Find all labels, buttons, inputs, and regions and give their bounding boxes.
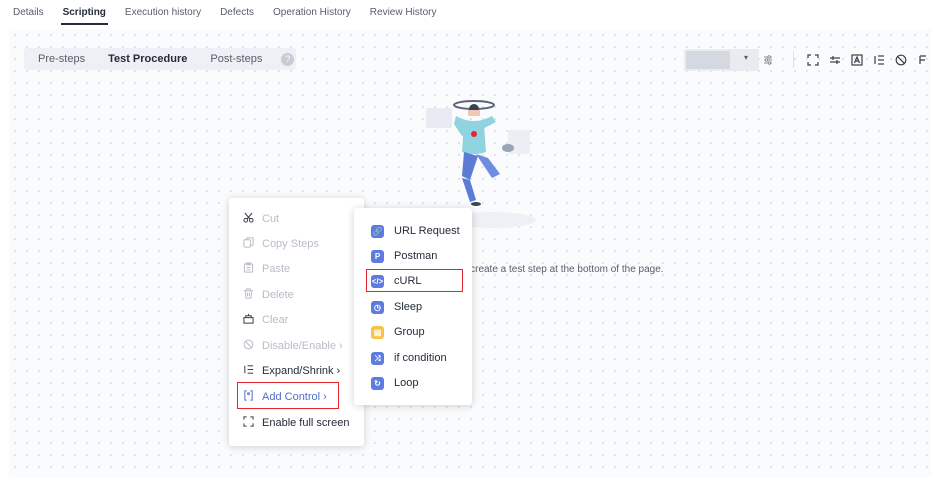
menu-item-expand-shrink[interactable]: Expand/Shrink › [229, 360, 364, 382]
paste-icon [241, 262, 255, 276]
submenu-label-sleep: Sleep [394, 301, 423, 313]
menu-label-clear: Clear [262, 314, 289, 326]
loop-icon: ↻ [371, 376, 384, 390]
curl-highlight [366, 269, 463, 292]
fullscreen-icon [241, 416, 255, 430]
cut-icon [241, 212, 255, 226]
menu-label-copy-steps: Copy Steps [262, 238, 319, 250]
top-tab-bar: Details Scripting Execution history Defe… [0, 0, 931, 26]
indent-icon[interactable] [870, 49, 888, 71]
chevron-right-icon: › [339, 340, 343, 352]
submenu-label-if-condition: if condition [394, 352, 447, 364]
tab-execution-history[interactable]: Execution history [125, 0, 201, 26]
chevron-down-icon: ▾ [743, 53, 748, 62]
more-icon[interactable] [914, 49, 931, 71]
add-control-submenu: 🔗 URL Request P Postman </> cURL ◷ Sleep… [354, 208, 472, 405]
postman-icon: P [371, 249, 384, 263]
help-icon[interactable]: ? [281, 52, 295, 66]
tab-operation-history[interactable]: Operation History [273, 0, 351, 26]
menu-label-delete: Delete [262, 289, 294, 301]
trash-icon [241, 288, 255, 302]
submenu-item-sleep[interactable]: ◷ Sleep [354, 296, 472, 318]
submenu-item-url-request[interactable]: 🔗 URL Request [354, 220, 472, 242]
tab-scripting[interactable]: Scripting [60, 0, 109, 26]
menu-item-paste[interactable]: Paste [229, 258, 364, 280]
menu-item-copy-steps[interactable]: Copy Steps [229, 233, 364, 255]
menu-label-cut: Cut [262, 213, 280, 225]
tab-defects[interactable]: Defects [220, 0, 254, 26]
submenu-label-group: Group [394, 326, 425, 338]
add-control-highlight [237, 382, 339, 409]
menu-item-enable-full-screen[interactable]: Enable full screen [229, 412, 364, 434]
disable-icon[interactable] [892, 49, 910, 71]
menu-label-expand-shrink: Expand/Shrink [262, 365, 334, 377]
copy-icon [241, 237, 255, 251]
submenu-item-if-condition[interactable]: ⤨ if condition [354, 347, 472, 369]
tab-test-procedure[interactable]: Test Procedure [108, 53, 187, 65]
link-icon: 🔗 [371, 224, 384, 238]
clock-icon: ◷ [371, 300, 384, 314]
submenu-label-url-request: URL Request [394, 225, 460, 237]
filter-icon[interactable] [826, 49, 844, 71]
submenu-item-loop[interactable]: ↻ Loop [354, 372, 472, 394]
submenu-label-loop: Loop [394, 377, 419, 389]
submenu-item-group[interactable]: ▤ Group [354, 321, 472, 343]
text-format-icon[interactable] [848, 49, 866, 71]
empty-state-hint: r create a test step at the bottom of th… [464, 264, 664, 275]
menu-label-paste: Paste [262, 263, 291, 275]
menu-label-disable-enable: Disable/Enable [262, 340, 336, 352]
clear-icon [241, 313, 255, 327]
disable-icon [241, 339, 255, 353]
settings-icon[interactable] [759, 49, 777, 71]
step-segment-tabs: Pre-steps Test Procedure Post-steps ? [24, 48, 296, 70]
submenu-label-postman: Postman [394, 250, 438, 262]
submenu-item-postman[interactable]: P Postman [354, 245, 472, 267]
menu-item-clear[interactable]: Clear [229, 309, 364, 331]
chevron-right-icon: › [336, 365, 341, 377]
toolbar-divider [793, 51, 794, 68]
menu-item-cut[interactable]: Cut [229, 208, 364, 230]
tab-pre-steps[interactable]: Pre-steps [38, 53, 85, 65]
branch-icon: ⤨ [371, 351, 384, 365]
fullscreen-icon[interactable] [804, 49, 822, 71]
menu-label-enable-full-screen: Enable full screen [262, 417, 350, 429]
expand-shrink-icon [241, 364, 255, 378]
tab-details[interactable]: Details [13, 0, 44, 26]
tab-review-history[interactable]: Review History [370, 0, 437, 26]
tab-post-steps[interactable]: Post-steps [210, 53, 262, 65]
menu-item-delete[interactable]: Delete [229, 284, 364, 306]
menu-item-disable-enable[interactable]: Disable/Enable › [229, 335, 364, 357]
environment-select[interactable]: ▾ [684, 49, 759, 71]
group-icon: ▤ [371, 325, 384, 339]
select-value-redacted [686, 51, 730, 69]
